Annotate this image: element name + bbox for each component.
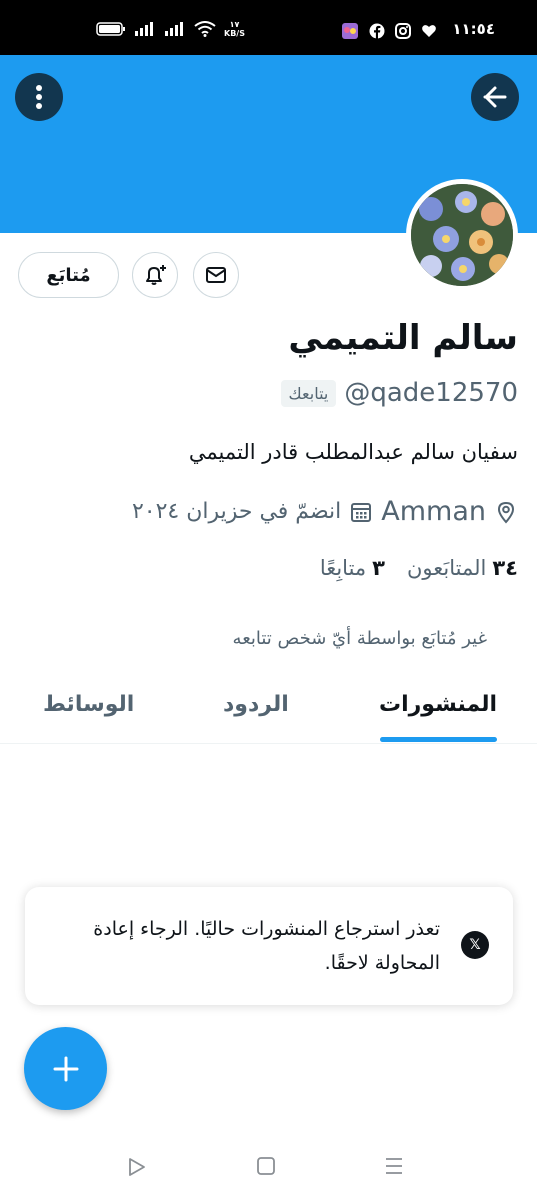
location-pin-icon — [497, 501, 515, 524]
profile-tabs: المنشورات الردود الوسائط — [0, 676, 537, 744]
follows-you-badge: يتابعك — [280, 379, 337, 407]
follow-stats: ٣٤ المتابَعون ٣ متابِعًا — [320, 556, 518, 580]
error-toast: 𝕏 تعذر استرجاع المنشورات حاليًا. الرجاء … — [25, 887, 513, 1005]
heart-icon — [422, 25, 436, 37]
avatar[interactable] — [406, 179, 518, 291]
notifications-button[interactable] — [132, 252, 178, 298]
not-followed-note: غير مُتابَع بواسطة أيّ شخص تتابعه — [232, 628, 487, 649]
net-speed: ١٧ KB/S — [224, 20, 245, 38]
avatar-image — [411, 184, 513, 286]
location: Amman — [381, 496, 518, 527]
status-left-group: ١٧ KB/S — [96, 20, 245, 38]
following-count: ٣ — [372, 556, 385, 580]
plus-icon — [53, 1056, 78, 1081]
profile-screen: ١٧ KB/S ١١:٥٤ مُتابَع سالم التميمي @qade… — [0, 0, 537, 1200]
bio: سفيان سالم عبدالمطلب قادر التميمي — [188, 440, 518, 464]
active-tab-indicator — [380, 737, 497, 742]
arrow-right-icon — [483, 86, 507, 108]
net-speed-value: ١٧ — [229, 20, 240, 29]
following-button-label: مُتابَع — [46, 264, 91, 286]
app-notification-icon — [342, 23, 358, 39]
nav-back-icon[interactable] — [126, 1156, 148, 1178]
more-options-button[interactable] — [15, 73, 63, 121]
join-date: انضمّ في حزيران ٢٠٢٤ — [132, 499, 373, 524]
signal-icon — [135, 22, 153, 36]
followers-link[interactable]: ٣٤ المتابَعون — [407, 556, 518, 580]
tab-media[interactable]: الوسائط — [43, 692, 134, 717]
wifi-icon — [194, 21, 216, 37]
tab-posts[interactable]: المنشورات — [379, 692, 497, 717]
battery-icon — [96, 22, 125, 36]
system-nav-bar — [0, 1130, 537, 1200]
following-label: متابِعًا — [319, 556, 367, 580]
message-button[interactable] — [193, 252, 239, 298]
profile-meta: Amman انضمّ في حزيران ٢٠٢٤ — [132, 496, 518, 527]
facebook-icon — [369, 23, 385, 39]
bell-plus-icon — [146, 265, 166, 285]
location-text: Amman — [381, 496, 486, 527]
compose-button[interactable] — [24, 1027, 107, 1110]
handle: @qade12570 — [344, 378, 518, 408]
status-bar: ١٧ KB/S ١١:٥٤ — [0, 0, 537, 55]
nav-menu-icon[interactable] — [384, 1156, 404, 1176]
x-logo-icon: 𝕏 — [461, 931, 489, 959]
join-date-text: انضمّ في حزيران ٢٠٢٤ — [131, 499, 342, 524]
signal-icon — [165, 22, 183, 36]
instagram-icon — [395, 23, 411, 39]
calendar-icon — [351, 502, 372, 522]
nav-home-icon[interactable] — [256, 1156, 276, 1176]
status-time: ١١:٥٤ — [452, 20, 495, 38]
status-notification-icons — [341, 22, 437, 40]
net-speed-unit: KB/S — [224, 29, 245, 38]
followers-label: المتابَعون — [407, 556, 487, 580]
more-vertical-icon — [36, 85, 42, 109]
display-name: سالم التميمي — [288, 318, 518, 358]
followers-count: ٣٤ — [492, 556, 518, 580]
toast-message: تعذر استرجاع المنشورات حاليًا. الرجاء إع… — [93, 918, 440, 974]
following-button[interactable]: مُتابَع — [18, 252, 119, 298]
handle-row: @qade12570 يتابعك — [280, 378, 518, 408]
back-button[interactable] — [471, 73, 519, 121]
tab-replies[interactable]: الردود — [223, 692, 289, 717]
envelope-icon — [206, 267, 226, 283]
following-link[interactable]: ٣ متابِعًا — [320, 556, 385, 580]
